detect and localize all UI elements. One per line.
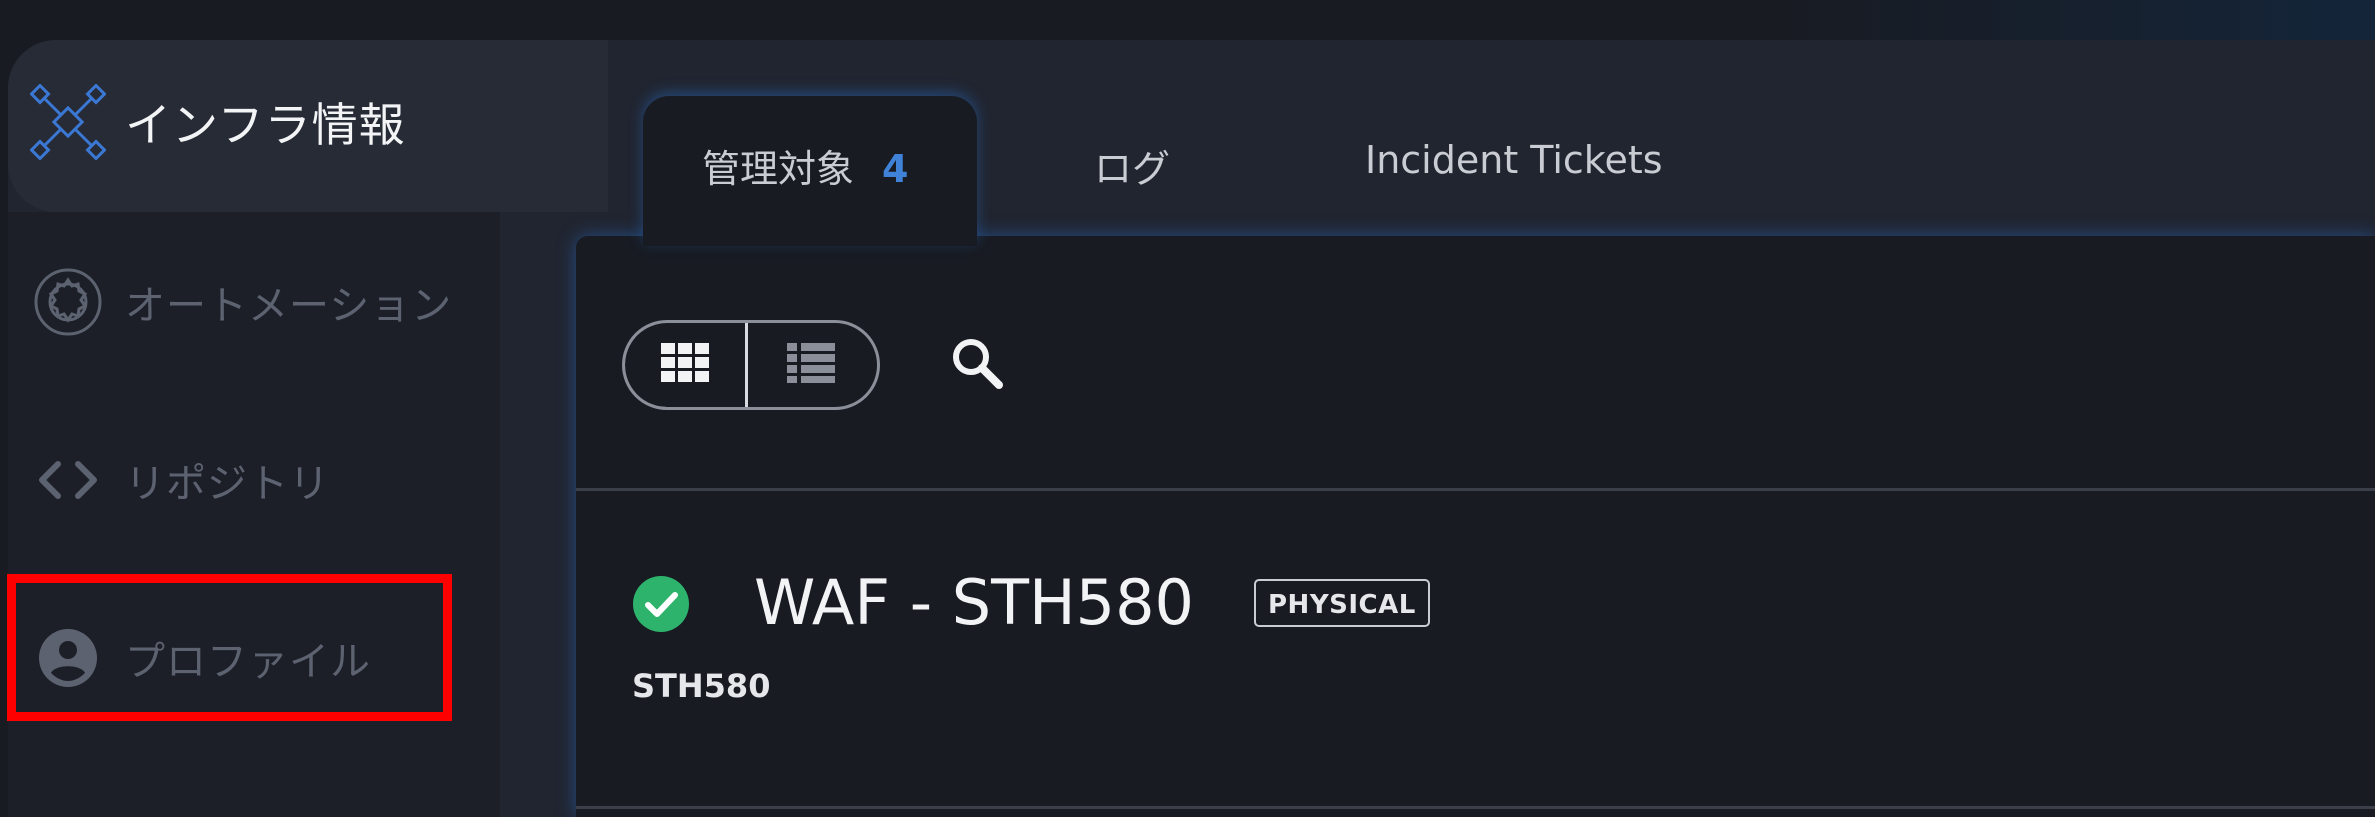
tab-incident-tickets[interactable]: Incident Tickets bbox=[1365, 138, 1663, 182]
item-subtitle: STH580 bbox=[632, 667, 771, 705]
sidebar-item-automation[interactable]: オートメーション bbox=[8, 252, 500, 352]
tab-label: 管理対象 bbox=[702, 147, 855, 191]
tab-logs[interactable]: ログ bbox=[1094, 138, 1170, 193]
automation-icon bbox=[26, 260, 110, 344]
list-view-button[interactable] bbox=[748, 323, 874, 407]
tab-label: Incident Tickets bbox=[1365, 138, 1663, 182]
grid-view-button[interactable] bbox=[625, 323, 748, 407]
code-icon bbox=[26, 438, 110, 522]
list-view-icon bbox=[787, 343, 835, 387]
search-button[interactable] bbox=[944, 332, 1010, 398]
sidebar-item-repository[interactable]: リポジトリ bbox=[8, 430, 500, 530]
item-divider bbox=[576, 806, 2375, 809]
status-ok-icon bbox=[632, 575, 690, 633]
account-circle-icon bbox=[26, 616, 110, 700]
grid-view-icon bbox=[661, 343, 709, 387]
type-badge: PHYSICAL bbox=[1254, 579, 1430, 627]
sidebar-item-label: リポジトリ bbox=[125, 461, 330, 507]
sidebar-item-infra[interactable]: インフラ情報 bbox=[8, 72, 500, 172]
sidebar-item-label: インフラ情報 bbox=[125, 98, 406, 152]
sidebar-item-label: プロファイル bbox=[125, 639, 371, 685]
view-toggle bbox=[622, 320, 880, 410]
item-title[interactable]: WAF - STH580 bbox=[754, 566, 1194, 639]
tab-count-badge: 4 bbox=[882, 147, 909, 191]
tab-label: ログ bbox=[1094, 147, 1171, 191]
toolbar-divider bbox=[576, 488, 2375, 491]
app-root: インフラ情報 オートメーション リポジトリ プロファイル 管理対象 4 ログ I… bbox=[0, 0, 2375, 817]
network-icon bbox=[26, 80, 110, 164]
sidebar-item-profile[interactable]: プロファイル bbox=[8, 608, 500, 708]
sidebar-item-label: オートメーション bbox=[125, 283, 453, 329]
search-icon bbox=[949, 335, 1005, 395]
tab-managed-targets[interactable]: 管理対象 4 bbox=[702, 138, 908, 193]
